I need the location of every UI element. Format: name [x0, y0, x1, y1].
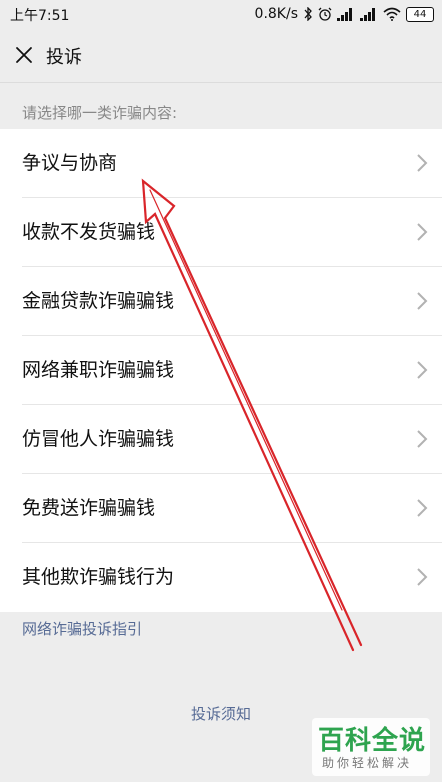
- battery-icon: 44: [406, 6, 434, 22]
- watermark-subtitle: 助你轻松解决: [322, 756, 413, 770]
- chevron-right-icon: [417, 154, 428, 172]
- bluetooth-icon: [304, 7, 312, 21]
- signal-icon: [337, 7, 352, 21]
- category-item-free-gift-fraud[interactable]: 免费送诈骗骗钱: [0, 474, 442, 543]
- close-icon: [16, 47, 32, 63]
- watermark-logo: 百科全说 助你轻松解决: [312, 718, 430, 776]
- signal-icon: [360, 7, 375, 21]
- category-item-impersonation[interactable]: 仿冒他人诈骗骗钱: [0, 405, 442, 474]
- nav-bar: 投诉: [0, 28, 442, 82]
- section-hint: 请选择哪一类诈骗内容:: [22, 104, 178, 122]
- list-item-label: 争议与协商: [22, 152, 118, 174]
- wifi-icon: [383, 7, 401, 21]
- status-time: 上午7:51: [10, 8, 70, 24]
- list-item-label: 收款不发货骗钱: [22, 221, 156, 243]
- alarm-icon: [318, 7, 332, 21]
- list-item-label: 金融贷款诈骗骗钱: [22, 290, 175, 312]
- chevron-right-icon: [417, 568, 428, 586]
- category-item-payment-no-delivery[interactable]: 收款不发货骗钱: [0, 198, 442, 267]
- list-item-label: 网络兼职诈骗骗钱: [22, 359, 175, 381]
- chevron-right-icon: [417, 361, 428, 379]
- chevron-right-icon: [417, 499, 428, 517]
- status-bar: 上午7:51 0.8K/s 44: [0, 0, 442, 28]
- category-item-part-time-fraud[interactable]: 网络兼职诈骗骗钱: [0, 336, 442, 405]
- status-icons: 0.8K/s 44: [255, 4, 434, 24]
- list-item-label: 其他欺诈骗钱行为: [22, 566, 175, 588]
- network-speed: 0.8K/s: [254, 6, 298, 22]
- close-button[interactable]: [10, 41, 38, 69]
- fraud-category-list: 争议与协商 收款不发货骗钱 金融贷款诈骗骗钱 网络兼职诈骗骗钱 仿冒他人诈骗骗钱…: [0, 129, 442, 612]
- list-item-label: 免费送诈骗骗钱: [22, 497, 156, 519]
- chevron-right-icon: [417, 292, 428, 310]
- list-item-label: 仿冒他人诈骗骗钱: [22, 428, 175, 450]
- category-item-other-fraud[interactable]: 其他欺诈骗钱行为: [0, 543, 442, 612]
- battery-level: 44: [413, 8, 427, 20]
- page-title: 投诉: [46, 47, 82, 68]
- nav-divider: [0, 82, 442, 83]
- chevron-right-icon: [417, 223, 428, 241]
- chevron-right-icon: [417, 430, 428, 448]
- fraud-guide-link[interactable]: 网络诈骗投诉指引: [22, 618, 142, 639]
- category-item-dispute[interactable]: 争议与协商: [0, 129, 442, 198]
- category-item-loan-fraud[interactable]: 金融贷款诈骗骗钱: [0, 267, 442, 336]
- watermark-title: 百科全说: [318, 726, 427, 756]
